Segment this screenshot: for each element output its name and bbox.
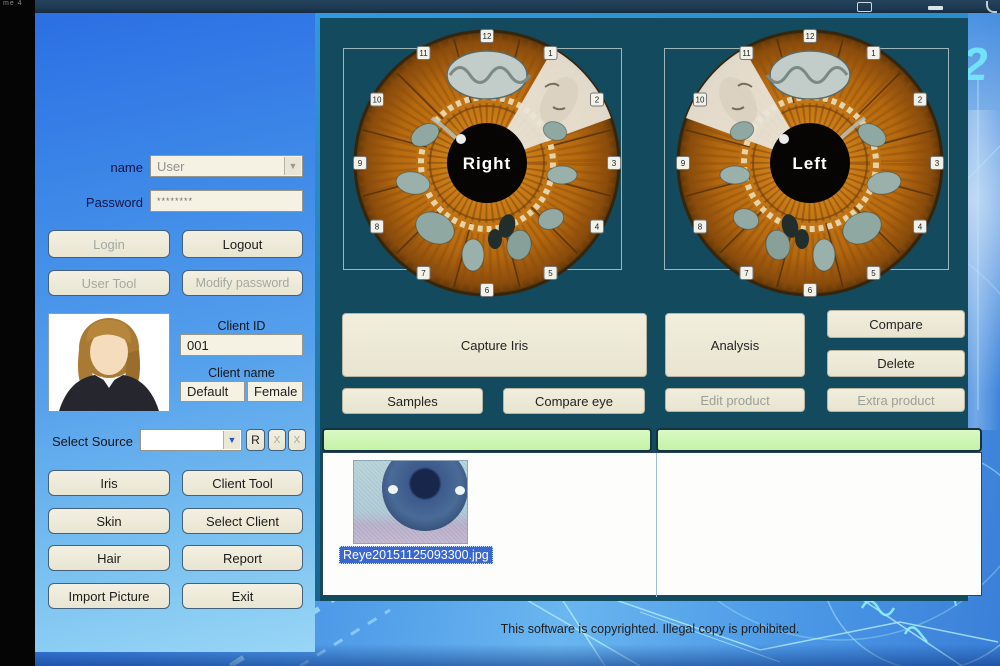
clock-tick-label: 12 [806, 32, 815, 41]
client-name-field[interactable]: Default [180, 381, 245, 402]
left-black-strip: me 4 [0, 0, 35, 666]
clock-tick-label: 10 [696, 96, 705, 105]
clear-source-button-2[interactable]: X [288, 429, 306, 451]
sidebar: name User ▼ Password ******** Login Logo… [35, 13, 315, 652]
copyright-text: This software is copyrighted. Illegal co… [400, 622, 900, 636]
chevron-down-icon[interactable]: ▼ [284, 157, 301, 175]
panel-left-highlight [315, 13, 320, 601]
selected-filename[interactable]: Reye20151125093300.jpg [339, 546, 493, 564]
clock-tick-label: 11 [742, 49, 751, 58]
left-chart-label: Left [792, 154, 827, 173]
clock-tick-label: 6 [485, 286, 490, 295]
clear-source-button-1[interactable]: X [268, 429, 286, 451]
analysis-button[interactable]: Analysis [665, 313, 805, 377]
file-list-header-right[interactable] [656, 428, 982, 452]
username-value: User [157, 159, 184, 174]
user-tool-button[interactable]: User Tool [48, 270, 170, 296]
compare-button[interactable]: Compare [827, 310, 965, 338]
file-list-divider [656, 453, 657, 597]
clock-tick-label: 9 [358, 159, 363, 168]
clock-tick-label: 2 [595, 96, 600, 105]
clock-tick-label: 1 [548, 49, 553, 58]
clock-tick-label: 2 [918, 96, 923, 105]
eye-photo-thumbnail[interactable] [353, 460, 468, 544]
corner-text-fragment: me 4 [3, 0, 23, 7]
clock-tick-label: 5 [548, 269, 553, 278]
avatar [49, 314, 169, 411]
samples-button[interactable]: Samples [342, 388, 483, 414]
clock-tick-label: 6 [808, 286, 813, 295]
client-gender-field[interactable]: Female [247, 381, 303, 402]
select-source-label: Select Source [52, 434, 133, 449]
right-chart-label: Right [463, 154, 511, 173]
skin-button[interactable]: Skin [48, 508, 170, 534]
username-combobox[interactable]: User ▼ [150, 155, 303, 177]
clock-tick-label: 9 [681, 159, 686, 168]
thumbnail-glint-left [388, 485, 398, 494]
clock-tick-label: 4 [918, 223, 923, 232]
delete-button[interactable]: Delete [827, 350, 965, 377]
modify-password-button[interactable]: Modify password [182, 270, 303, 296]
compare-eye-button[interactable]: Compare eye [503, 388, 645, 414]
exit-button[interactable]: Exit [182, 583, 303, 609]
clock-tick-label: 5 [871, 269, 876, 278]
thumbnail-iris [382, 460, 468, 531]
client-name-label: Client name [180, 366, 303, 380]
import-picture-button[interactable]: Import Picture [48, 583, 170, 609]
iris-chart-left[interactable]: Left 121234567891011 [670, 23, 950, 303]
client-photo [48, 313, 170, 412]
minimize-icon-fragment[interactable] [928, 6, 943, 10]
client-id-field[interactable]: 001 [180, 334, 303, 356]
clock-tick-label: 8 [375, 223, 380, 232]
clock-tick-label: 12 [483, 32, 492, 41]
clock-tick-label: 7 [421, 269, 426, 278]
hair-button[interactable]: Hair [48, 545, 170, 571]
toolbar-icon-fragment-1[interactable] [857, 2, 872, 12]
refresh-source-button[interactable]: R [246, 429, 265, 451]
window-top-strip [35, 0, 1000, 13]
iris-chart-right[interactable]: Right 121234567891011 [347, 23, 627, 303]
chevron-down-icon[interactable]: ▼ [223, 431, 240, 449]
select-client-button[interactable]: Select Client [182, 508, 303, 534]
clock-tick-label: 10 [373, 96, 382, 105]
file-list-header-left[interactable] [322, 428, 652, 452]
clock-tick-label: 3 [612, 159, 617, 168]
app-screen: 2 This software is copyrighted. Illegal … [0, 0, 1000, 666]
client-id-label: Client ID [180, 319, 303, 333]
iris-button[interactable]: Iris [48, 470, 170, 496]
clock-tick-label: 3 [935, 159, 940, 168]
capture-iris-button[interactable]: Capture Iris [342, 313, 647, 377]
login-button[interactable]: Login [48, 230, 170, 258]
panel-top-highlight [315, 13, 968, 18]
clock-tick-label: 7 [744, 269, 749, 278]
clock-tick-label: 8 [698, 223, 703, 232]
password-label: Password [73, 195, 143, 210]
toolbar-icon-fragment-2[interactable] [986, 1, 997, 13]
client-tool-button[interactable]: Client Tool [182, 470, 303, 496]
clock-tick-label: 1 [871, 49, 876, 58]
edit-product-button[interactable]: Edit product [665, 388, 805, 412]
clock-tick-label: 4 [595, 223, 600, 232]
logout-button[interactable]: Logout [182, 230, 303, 258]
extra-product-button[interactable]: Extra product [827, 388, 965, 412]
file-list[interactable]: Reye20151125093300.jpg [322, 452, 982, 596]
report-button[interactable]: Report [182, 545, 303, 571]
thumbnail-glint-right [455, 486, 465, 495]
name-label: name [75, 160, 143, 175]
clock-tick-label: 11 [419, 49, 428, 58]
password-field[interactable]: ******** [150, 190, 303, 212]
source-dropdown[interactable]: ▼ [140, 429, 242, 451]
